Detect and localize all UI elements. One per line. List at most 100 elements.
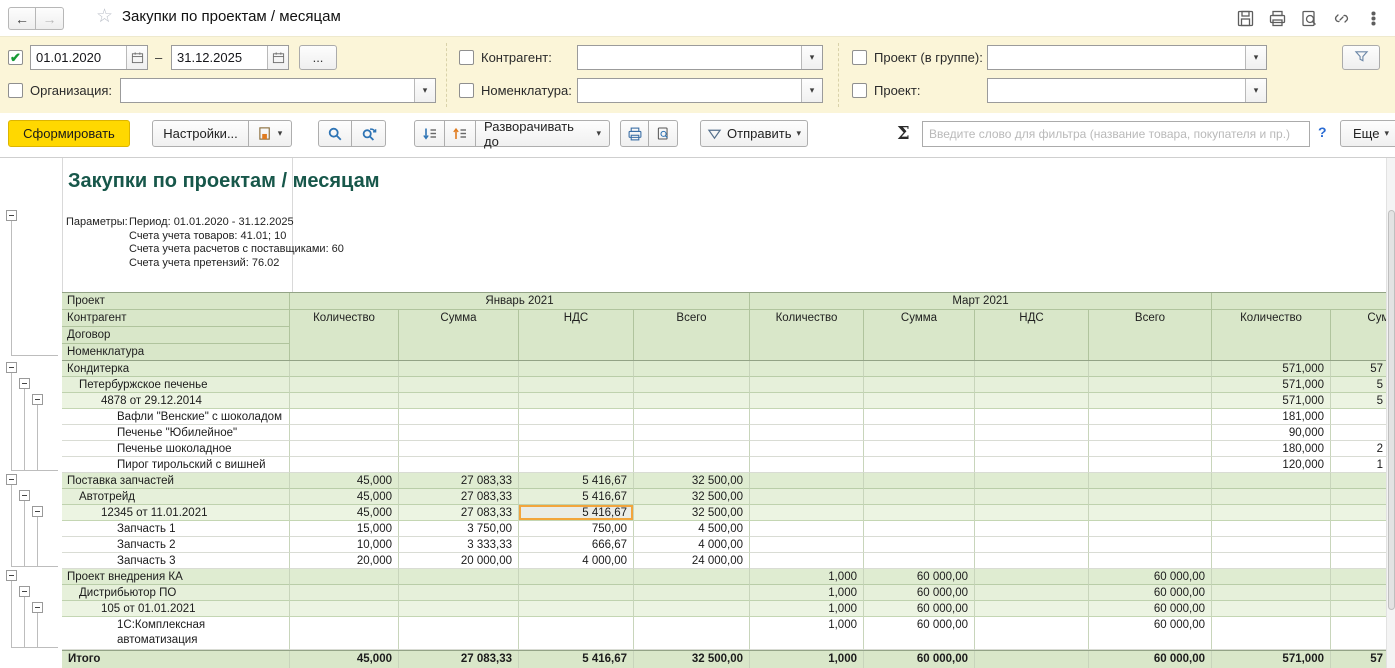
cell-value[interactable]: 4 500,00 xyxy=(634,521,750,537)
cell-value[interactable] xyxy=(399,361,519,377)
cell-value[interactable]: 1,000 xyxy=(750,617,864,650)
cell-value[interactable] xyxy=(634,617,750,650)
cell-value[interactable] xyxy=(519,409,634,425)
cell-value[interactable]: 4 000,00 xyxy=(634,537,750,553)
cell-value[interactable] xyxy=(975,521,1089,537)
cell-value[interactable] xyxy=(750,441,864,457)
cell-value[interactable] xyxy=(634,569,750,585)
project-checkbox[interactable] xyxy=(852,83,867,98)
cell-label[interactable]: 1С:Комплексная автоматизация xyxy=(62,617,290,650)
cell-value[interactable] xyxy=(519,377,634,393)
cell-value[interactable] xyxy=(399,617,519,650)
organization-checkbox[interactable] xyxy=(8,83,23,98)
cell-value[interactable] xyxy=(864,457,975,473)
expand-levels-button[interactable] xyxy=(414,120,445,147)
measure-header[interactable]: Количество xyxy=(750,310,864,361)
cell-value[interactable] xyxy=(975,537,1089,553)
row-dimension-header[interactable]: Номенклатура xyxy=(62,344,290,361)
period-to-field[interactable]: 31.12.2025 xyxy=(171,45,289,70)
help-button[interactable]: ? xyxy=(1318,124,1327,140)
cell-value[interactable] xyxy=(1212,601,1331,617)
collapse-levels-button[interactable] xyxy=(445,120,476,147)
cell-value[interactable] xyxy=(1089,473,1212,489)
cell-value[interactable] xyxy=(1212,569,1331,585)
back-button[interactable]: ← xyxy=(8,7,36,30)
cell-value[interactable]: 5 416,67 xyxy=(519,489,634,505)
cell-value[interactable] xyxy=(634,585,750,601)
cell-value[interactable] xyxy=(399,425,519,441)
cell-value[interactable] xyxy=(1089,361,1212,377)
filter-settings-button[interactable] xyxy=(1342,45,1380,70)
vertical-scrollbar[interactable] xyxy=(1386,158,1395,668)
cell-value[interactable] xyxy=(750,361,864,377)
cell-value[interactable] xyxy=(1089,457,1212,473)
search-next-button[interactable] xyxy=(352,120,386,147)
cell-value[interactable] xyxy=(1089,489,1212,505)
cell-value[interactable] xyxy=(634,457,750,473)
cell-value[interactable]: 45,000 xyxy=(290,651,399,668)
measure-header[interactable]: Всего xyxy=(634,310,750,361)
cell-value[interactable] xyxy=(1089,393,1212,409)
cell-value[interactable] xyxy=(1089,521,1212,537)
cell-value[interactable] xyxy=(750,537,864,553)
cell-value[interactable]: 27 083,33 xyxy=(399,489,519,505)
cell-value[interactable] xyxy=(750,489,864,505)
cell-value[interactable] xyxy=(290,361,399,377)
cell-value[interactable]: 60 000,00 xyxy=(864,569,975,585)
measure-header[interactable]: НДС xyxy=(519,310,634,361)
outline-collapse-box[interactable] xyxy=(6,362,17,373)
cell-value[interactable] xyxy=(634,441,750,457)
cell-value[interactable] xyxy=(975,473,1089,489)
favorite-star-icon[interactable]: ☆ xyxy=(96,5,113,28)
cell-value[interactable] xyxy=(1089,425,1212,441)
measure-header[interactable]: Количество xyxy=(290,310,399,361)
cell-value[interactable] xyxy=(399,377,519,393)
cell-value[interactable] xyxy=(399,585,519,601)
cell-value[interactable]: 120,000 xyxy=(1212,457,1331,473)
cell-value[interactable] xyxy=(750,505,864,521)
cell-value[interactable] xyxy=(975,505,1089,521)
nomenclature-checkbox[interactable] xyxy=(459,83,474,98)
cell-value[interactable] xyxy=(519,617,634,650)
measure-header[interactable]: Сумма xyxy=(399,310,519,361)
cell-value[interactable] xyxy=(399,441,519,457)
cell-value[interactable] xyxy=(975,569,1089,585)
cell-value[interactable] xyxy=(975,425,1089,441)
cell-value[interactable]: 60 000,00 xyxy=(1089,651,1212,668)
row-dimension-header[interactable]: Договор xyxy=(62,327,290,344)
cell-value[interactable] xyxy=(399,569,519,585)
chevron-down-icon[interactable]: ▾ xyxy=(414,79,435,102)
measure-header[interactable]: Количество xyxy=(1212,310,1331,361)
cell-value[interactable]: 60 000,00 xyxy=(1089,585,1212,601)
cell-value[interactable] xyxy=(519,393,634,409)
cell-value[interactable] xyxy=(750,409,864,425)
period-to-value[interactable]: 31.12.2025 xyxy=(172,46,267,69)
month-header[interactable]: Январь 2021 xyxy=(290,293,750,310)
cell-value[interactable] xyxy=(634,409,750,425)
report-variants-button[interactable]: ▾ xyxy=(249,120,292,147)
cell-value[interactable] xyxy=(750,377,864,393)
cell-value[interactable] xyxy=(864,521,975,537)
cell-value[interactable]: 60 000,00 xyxy=(1089,569,1212,585)
period-from-value[interactable]: 01.01.2020 xyxy=(31,46,126,69)
cell-value[interactable]: 27 083,33 xyxy=(399,505,519,521)
cell-value[interactable] xyxy=(1089,553,1212,569)
cell-value[interactable]: 1,000 xyxy=(750,651,864,668)
cell-value[interactable]: 60 000,00 xyxy=(864,585,975,601)
cell-value[interactable] xyxy=(750,425,864,441)
cell-value[interactable] xyxy=(1212,521,1331,537)
cell-value[interactable] xyxy=(634,393,750,409)
cell-label[interactable]: Петербуржское печенье xyxy=(62,377,290,393)
cell-label[interactable]: 4878 от 29.12.2014 xyxy=(62,393,290,409)
cell-value[interactable]: 60 000,00 xyxy=(1089,617,1212,650)
cell-value[interactable] xyxy=(1212,553,1331,569)
cell-value[interactable] xyxy=(864,377,975,393)
cell-value[interactable] xyxy=(750,473,864,489)
chevron-down-icon[interactable]: ▾ xyxy=(801,46,822,69)
cell-value[interactable] xyxy=(864,409,975,425)
cell-value[interactable]: 571,000 xyxy=(1212,361,1331,377)
cell-value[interactable]: 60 000,00 xyxy=(1089,601,1212,617)
cell-label[interactable]: Запчасть 1 xyxy=(62,521,290,537)
project-combo[interactable]: ▾ xyxy=(987,78,1267,103)
cell-value[interactable] xyxy=(975,553,1089,569)
